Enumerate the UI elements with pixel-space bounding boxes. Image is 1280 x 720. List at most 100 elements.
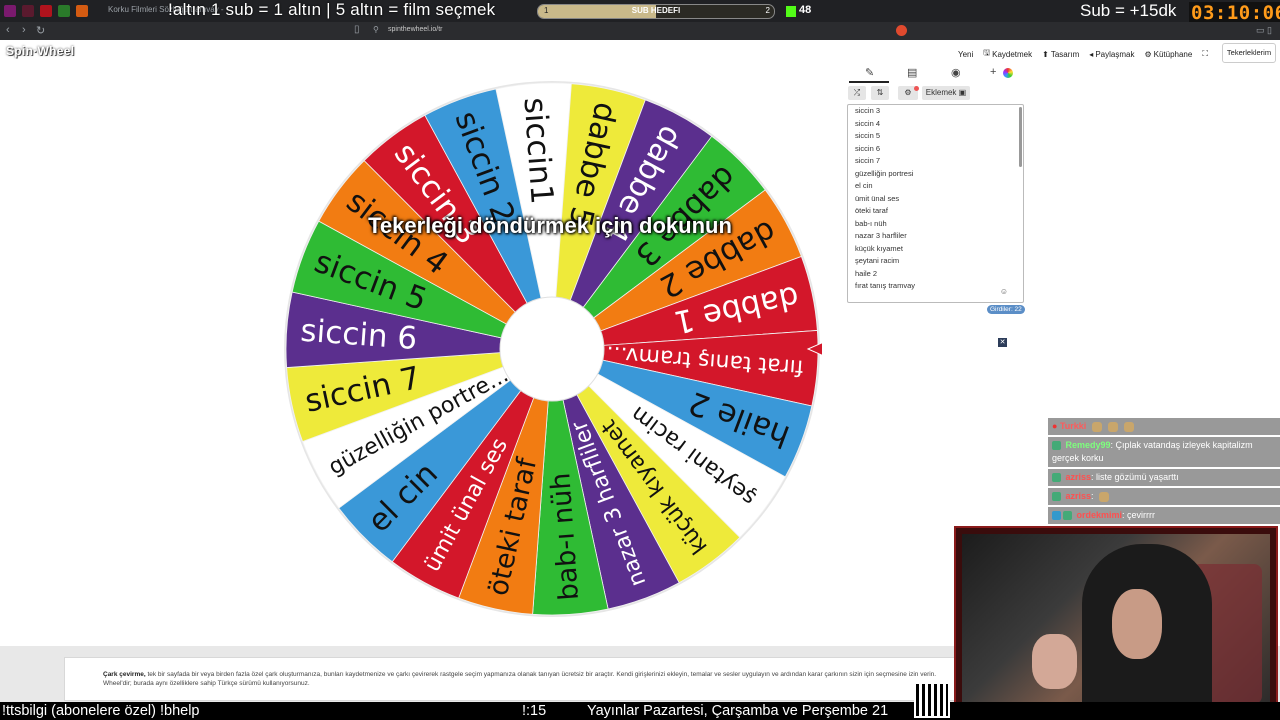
share-icon: ◂ [1089,49,1094,59]
forward-arrow-icon[interactable]: › [22,24,26,36]
menu-new-label: Yeni [958,49,974,59]
my-wheels-button[interactable]: Tekerleklerim [1222,43,1276,63]
user-badge-icon: ● [1052,421,1058,431]
emote-icon [1091,421,1102,432]
site-info-icon[interactable]: ⚲ [373,25,379,34]
user-badge-icon [1052,511,1061,521]
sub-goal-label: SUB HEDEFI [631,6,681,15]
bookmark-icon[interactable]: ▯ [354,24,360,35]
emoji-icon[interactable]: ☺ [1000,287,1008,296]
emote-icon [1107,421,1118,432]
wheel-svg[interactable]: siccin1 dabbe 5dabbe 4dabbe 3dabbe 2dabbe… [282,79,841,619]
add-image-button[interactable]: Eklemek ▣ [922,86,970,100]
stream-timer: 03:10:06 [1189,2,1280,24]
ticker-count: !:15 [522,703,547,719]
menu-save-label: Kaydetmek [992,49,1033,59]
entries-scrollbar[interactable] [1019,107,1022,167]
entry-item[interactable]: öteki taraf [848,205,1023,218]
entry-item[interactable]: siccin 6 [848,143,1023,156]
sort-button[interactable]: ⇅ [871,86,889,100]
shuffle-button[interactable]: ⤮ [848,86,866,100]
results-tab-clipboard-icon[interactable]: ▤ [907,66,917,79]
panel-tabs: ✎ ▤ ◉ + [847,64,1023,83]
entry-item[interactable]: güzelliğin portresi [848,168,1023,181]
gear-icon: ⚙ [904,88,912,97]
hide-tab-eye-icon[interactable]: ◉ [951,66,961,79]
entry-item[interactable]: siccin 5 [848,130,1023,143]
entry-item[interactable]: nazar 3 harfliler [848,230,1023,243]
tab-favicon-icon[interactable] [40,5,52,17]
chat-message: azriss: [1048,488,1280,505]
top-menu: Yeni 🖫 Kaydetmek ⬆ Tasarım ◂ Paylaşmak ⚙ Küt… [958,47,1208,61]
bottom-ticker: !ttsbilgi (abonelere özel) !bhelp !:15 Y… [0,702,1280,720]
menu-design[interactable]: ⬆ Tasarım [1042,47,1079,61]
webcam-hand [1032,634,1077,689]
entry-item[interactable]: küçük kıyamet [848,243,1023,256]
chat-text: : çevirrrr [1122,510,1156,520]
extension-icon[interactable] [896,25,907,36]
entry-item[interactable]: fırat tanış tramvay [848,280,1023,293]
close-icon[interactable]: ✕ [998,338,1007,347]
menu-design-label: Tasarım [1050,49,1080,59]
entry-item[interactable]: siccin 3 [848,105,1023,118]
tab-favicon-icon[interactable] [58,5,70,17]
chat-username: azriss [1065,491,1092,501]
menu-new[interactable]: Yeni [958,47,973,61]
chat-overlay: ● Turkki Remedy99: Çıplak vatandaş izley… [1048,418,1280,526]
entry-item[interactable]: bab-ı nüh [848,218,1023,231]
wheel-center-hub[interactable] [499,296,605,402]
save-icon: 🖫 [983,48,991,57]
menu-save[interactable]: 🖫 Kaydetmek [983,47,1032,61]
fullscreen-icon: ⛶ [1202,49,1208,58]
spin-prompt[interactable]: Tekerleği döndürmek için dokunun [300,213,800,239]
fullscreen-button[interactable]: ⛶ [1202,47,1208,61]
entry-item[interactable]: siccin 7 [848,155,1023,168]
overlay-gold-info: !altın 1 sub = 1 altın | 5 altın = film … [168,0,496,19]
edit-tab-pencil-icon[interactable]: ✎ [865,66,874,79]
tab-favicon-icon[interactable] [4,5,16,17]
sub-goal-bar: 1 SUB HEDEFI 2 [537,4,775,19]
chat-username: azriss [1065,472,1092,482]
entries-count-badge: Girdiler: 22 [987,305,1025,314]
kick-logo-icon [786,6,796,17]
menu-library[interactable]: ⚙ Kütüphane [1144,47,1192,61]
overlay-sub-info: Sub = +15dk [1080,1,1177,20]
image-icon: ▣ [958,88,967,97]
shuffle-icon: ⤮ [853,88,861,97]
entries-textarea[interactable]: siccin 3 siccin 4 siccin 5 siccin 6 siccin 7… [847,104,1024,303]
chat-username: ordekmimi [1076,510,1123,520]
chat-text: : liste gözümü yaşarttı [1091,472,1179,482]
entry-item[interactable]: el cin [848,180,1023,193]
entry-item[interactable]: ümit ünal ses [848,193,1023,206]
chat-username: Turkki [1059,421,1087,431]
webcam-feed [962,534,1270,708]
add-wheel-plus-icon[interactable]: + [990,66,996,78]
tab-favicon-icon[interactable] [22,5,34,17]
chat-text: : [1091,491,1094,501]
back-arrow-icon[interactable]: ‹ [6,24,10,36]
viewer-count: 48 [799,4,812,16]
user-badge-icon [1052,492,1061,502]
emote-icon [1099,491,1110,502]
sort-icon: ⇅ [876,88,884,97]
entry-item[interactable]: şeytani racim [848,255,1023,268]
tab-favicon-icon[interactable] [76,5,88,17]
color-wheel-icon[interactable] [1003,68,1013,78]
active-tab-indicator [849,81,889,83]
footer-bold-text: Çark çevirme, [103,671,146,678]
entry-item[interactable]: haile 2 [848,268,1023,281]
reload-icon[interactable]: ↻ [36,24,45,37]
app-logo[interactable]: Spin·Wheel [6,44,74,58]
url-field[interactable]: spinthewheel.io/tr [388,26,442,33]
entry-item[interactable]: siccin 4 [848,118,1023,131]
emote-icon [1123,421,1134,432]
webcam-face [1112,589,1162,659]
entries-list: siccin 3 siccin 4 siccin 5 siccin 6 siccin 7… [848,105,1023,293]
chat-message: Remedy99: Çıplak vatandaş izleyek kapita… [1048,437,1280,467]
notification-dot [914,86,919,91]
menu-share-label: Paylaşmak [1095,49,1135,59]
menu-share[interactable]: ◂ Paylaşmak [1089,47,1134,61]
ticker-commands: !ttsbilgi (abonelere özel) !bhelp [2,703,200,719]
spin-wheel[interactable]: siccin1 dabbe 5 dabbe 4 dabbe 3 dabbe 2 dabbe… [282,79,841,619]
window-controls-icon[interactable]: ▭ ▯ [1256,25,1272,36]
